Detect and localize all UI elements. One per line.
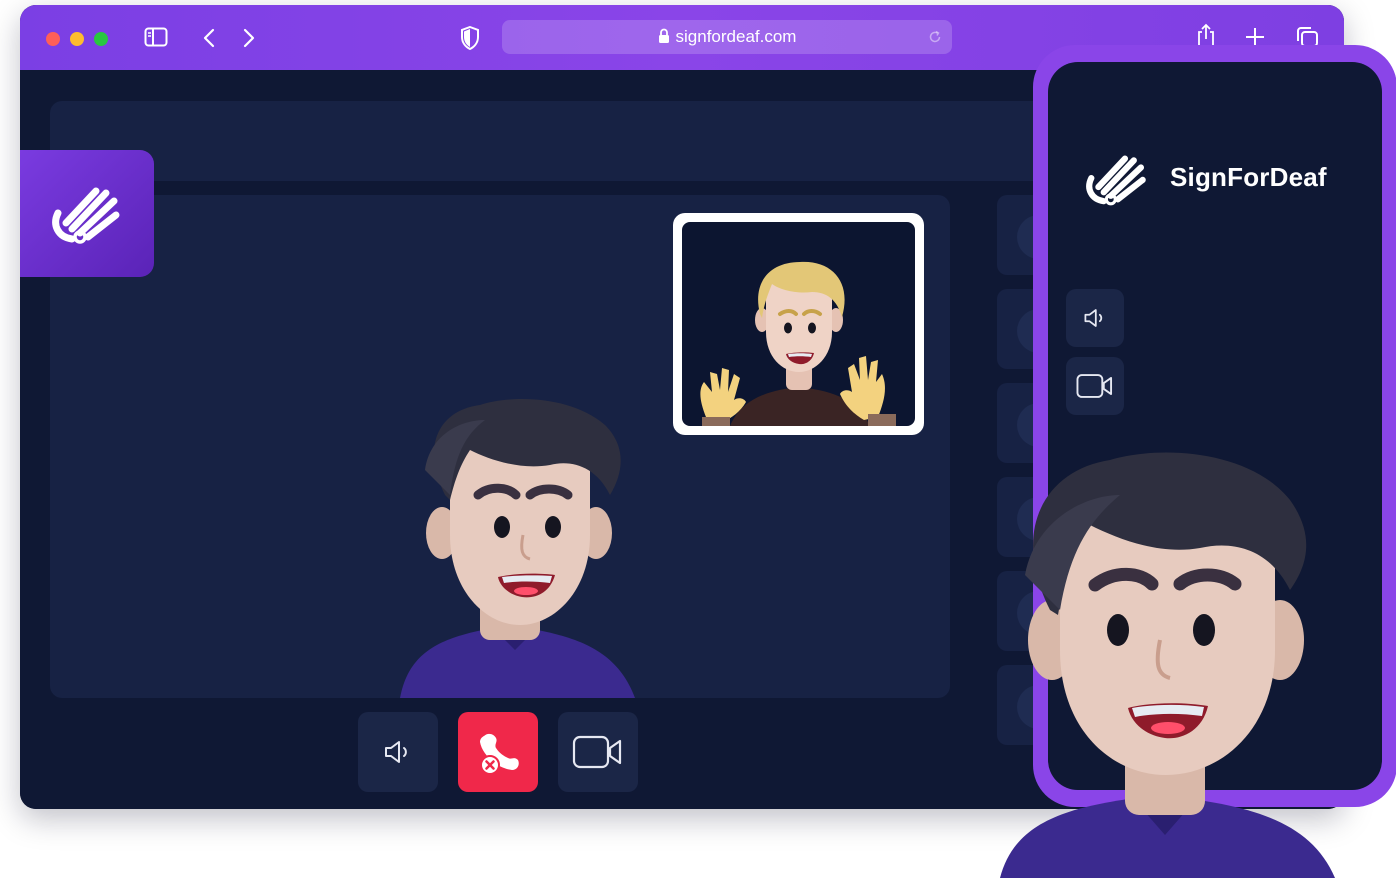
minimize-window-button[interactable] (70, 32, 84, 46)
phone-speaker-button[interactable] (1066, 289, 1124, 347)
foreground-avatar (1000, 452, 1335, 878)
address-bar[interactable]: signfordeaf.com (502, 20, 952, 54)
speaker-icon (385, 741, 407, 763)
speaker-icon (1084, 309, 1103, 327)
top-panel (50, 101, 1050, 181)
camera-button[interactable] (558, 712, 638, 792)
interpreter-avatar (700, 261, 896, 426)
zoom-window-button[interactable] (94, 32, 108, 46)
url-text: signfordeaf.com (675, 27, 797, 46)
signfordeaf-logo-icon (52, 187, 120, 244)
sidebar-icon[interactable] (144, 27, 168, 52)
shield-icon[interactable] (460, 25, 480, 55)
video-camera-icon (1076, 374, 1113, 398)
close-window-button[interactable] (46, 32, 60, 46)
signfordeaf-logo-icon (1086, 155, 1146, 206)
interpreter-video[interactable] (673, 213, 924, 435)
phone-hangup-icon (480, 733, 519, 775)
reload-icon[interactable] (928, 20, 942, 57)
phone-camera-button[interactable] (1066, 357, 1124, 415)
back-icon[interactable] (202, 27, 216, 54)
forward-icon[interactable] (242, 27, 256, 54)
logo-badge[interactable] (20, 150, 154, 277)
speaker-button[interactable] (358, 712, 438, 792)
end-call-button[interactable] (458, 712, 538, 792)
brand-name: SignForDeaf (1170, 162, 1327, 192)
lock-icon (658, 22, 670, 56)
video-camera-icon (572, 735, 622, 769)
interpreter-video-frame (682, 222, 915, 426)
